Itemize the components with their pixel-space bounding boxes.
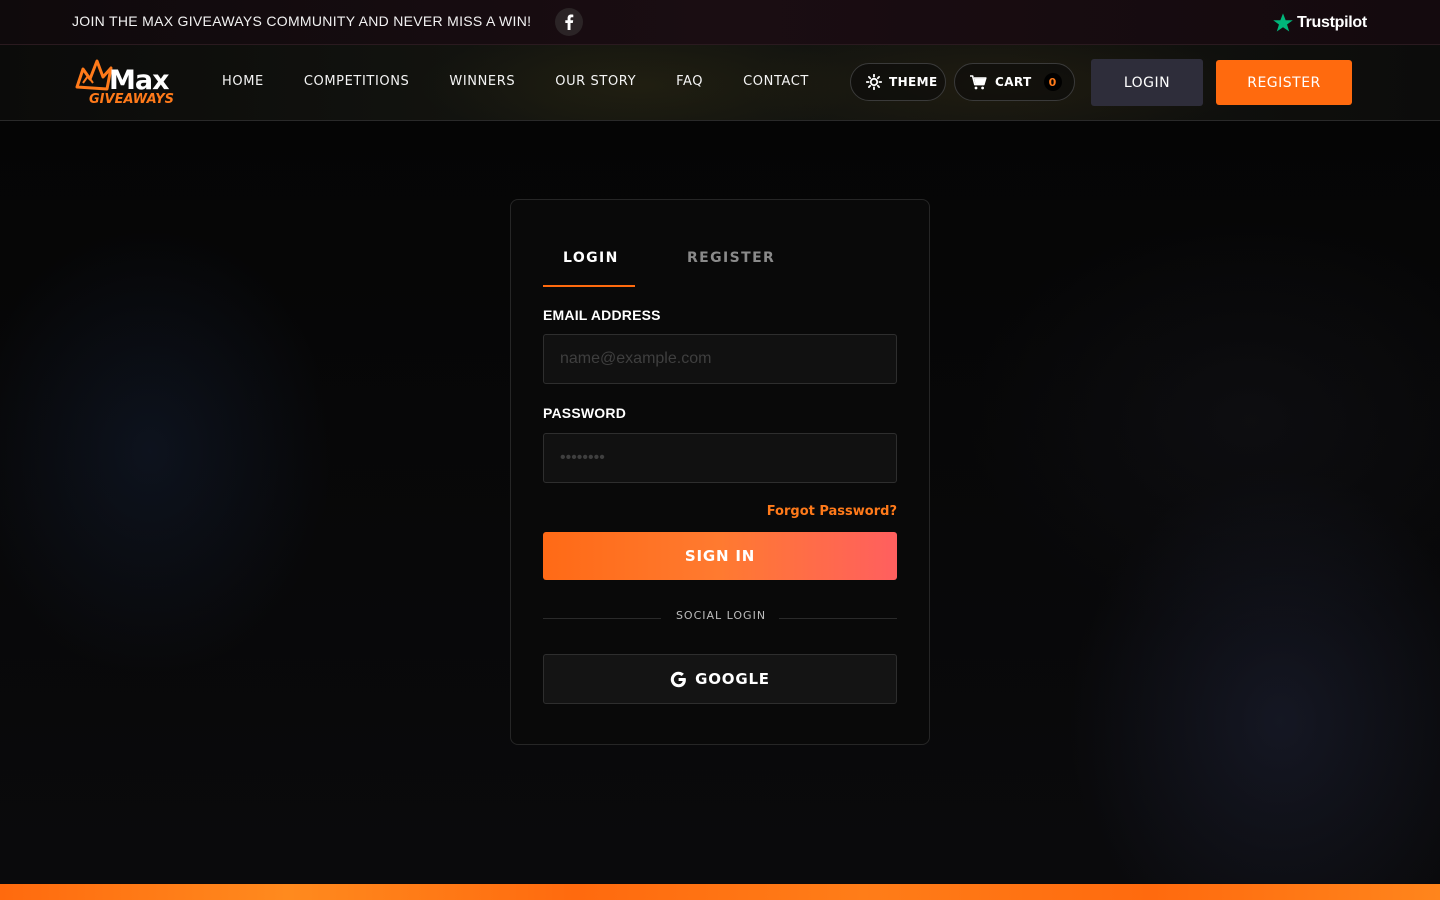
nav-contact[interactable]: CONTACT xyxy=(743,74,809,89)
tab-login[interactable]: LOGIN xyxy=(563,250,619,266)
divider-line-right xyxy=(779,618,897,619)
active-tab-indicator xyxy=(543,285,635,287)
cart-button[interactable]: CART 0 xyxy=(954,63,1075,101)
header-login-button[interactable]: LOGIN xyxy=(1091,59,1203,106)
cart-icon xyxy=(970,74,987,89)
cart-count-badge: 0 xyxy=(1043,73,1062,91)
announcement-text: JOIN THE MAX GIVEAWAYS COMMUNITY AND NEV… xyxy=(72,13,532,29)
announcement-bar: JOIN THE MAX GIVEAWAYS COMMUNITY AND NEV… xyxy=(0,0,1440,45)
tab-register[interactable]: REGISTER xyxy=(687,250,775,266)
svg-text:GIVEAWAYS: GIVEAWAYS xyxy=(89,92,174,105)
sun-icon xyxy=(866,74,882,90)
theme-toggle-button[interactable]: THEME xyxy=(850,63,946,101)
password-label: PASSWORD xyxy=(543,405,627,421)
header-register-button[interactable]: REGISTER xyxy=(1216,60,1352,105)
nav-faq[interactable]: FAQ xyxy=(676,74,703,89)
nav-our-story[interactable]: OUR STORY xyxy=(555,74,636,89)
email-label: EMAIL ADDRESS xyxy=(543,307,661,323)
social-login-divider: SOCIAL LOGIN xyxy=(675,609,767,622)
theme-label: THEME xyxy=(889,75,938,89)
cart-label: CART xyxy=(995,75,1032,89)
google-icon xyxy=(670,671,687,687)
nav-competitions[interactable]: COMPETITIONS xyxy=(304,74,410,89)
divider-line-left xyxy=(543,618,661,619)
password-input[interactable] xyxy=(543,433,897,483)
footer-accent-strip xyxy=(0,884,1440,900)
nav-winners[interactable]: WINNERS xyxy=(449,74,515,89)
trustpilot-badge[interactable]: Trustpilot xyxy=(1272,12,1367,34)
trustpilot-star-icon xyxy=(1273,13,1293,32)
auth-card: LOGIN REGISTER EMAIL ADDRESS PASSWORD Fo… xyxy=(510,199,930,745)
nav-home[interactable]: HOME xyxy=(222,74,264,89)
google-label: GOOGLE xyxy=(695,670,770,688)
site-logo[interactable]: Max GIVEAWAYS xyxy=(75,59,195,107)
main-nav: HOME COMPETITIONS WINNERS OUR STORY FAQ … xyxy=(222,74,849,89)
trustpilot-label: Trustpilot xyxy=(1297,14,1367,31)
forgot-password-link[interactable]: Forgot Password? xyxy=(767,504,897,519)
facebook-icon[interactable] xyxy=(555,8,583,36)
sign-in-button[interactable]: SIGN IN xyxy=(543,532,897,580)
google-login-button[interactable]: GOOGLE xyxy=(543,654,897,704)
main-header: Max GIVEAWAYS HOME COMPETITIONS WINNERS … xyxy=(0,45,1440,121)
email-input[interactable] xyxy=(543,334,897,384)
